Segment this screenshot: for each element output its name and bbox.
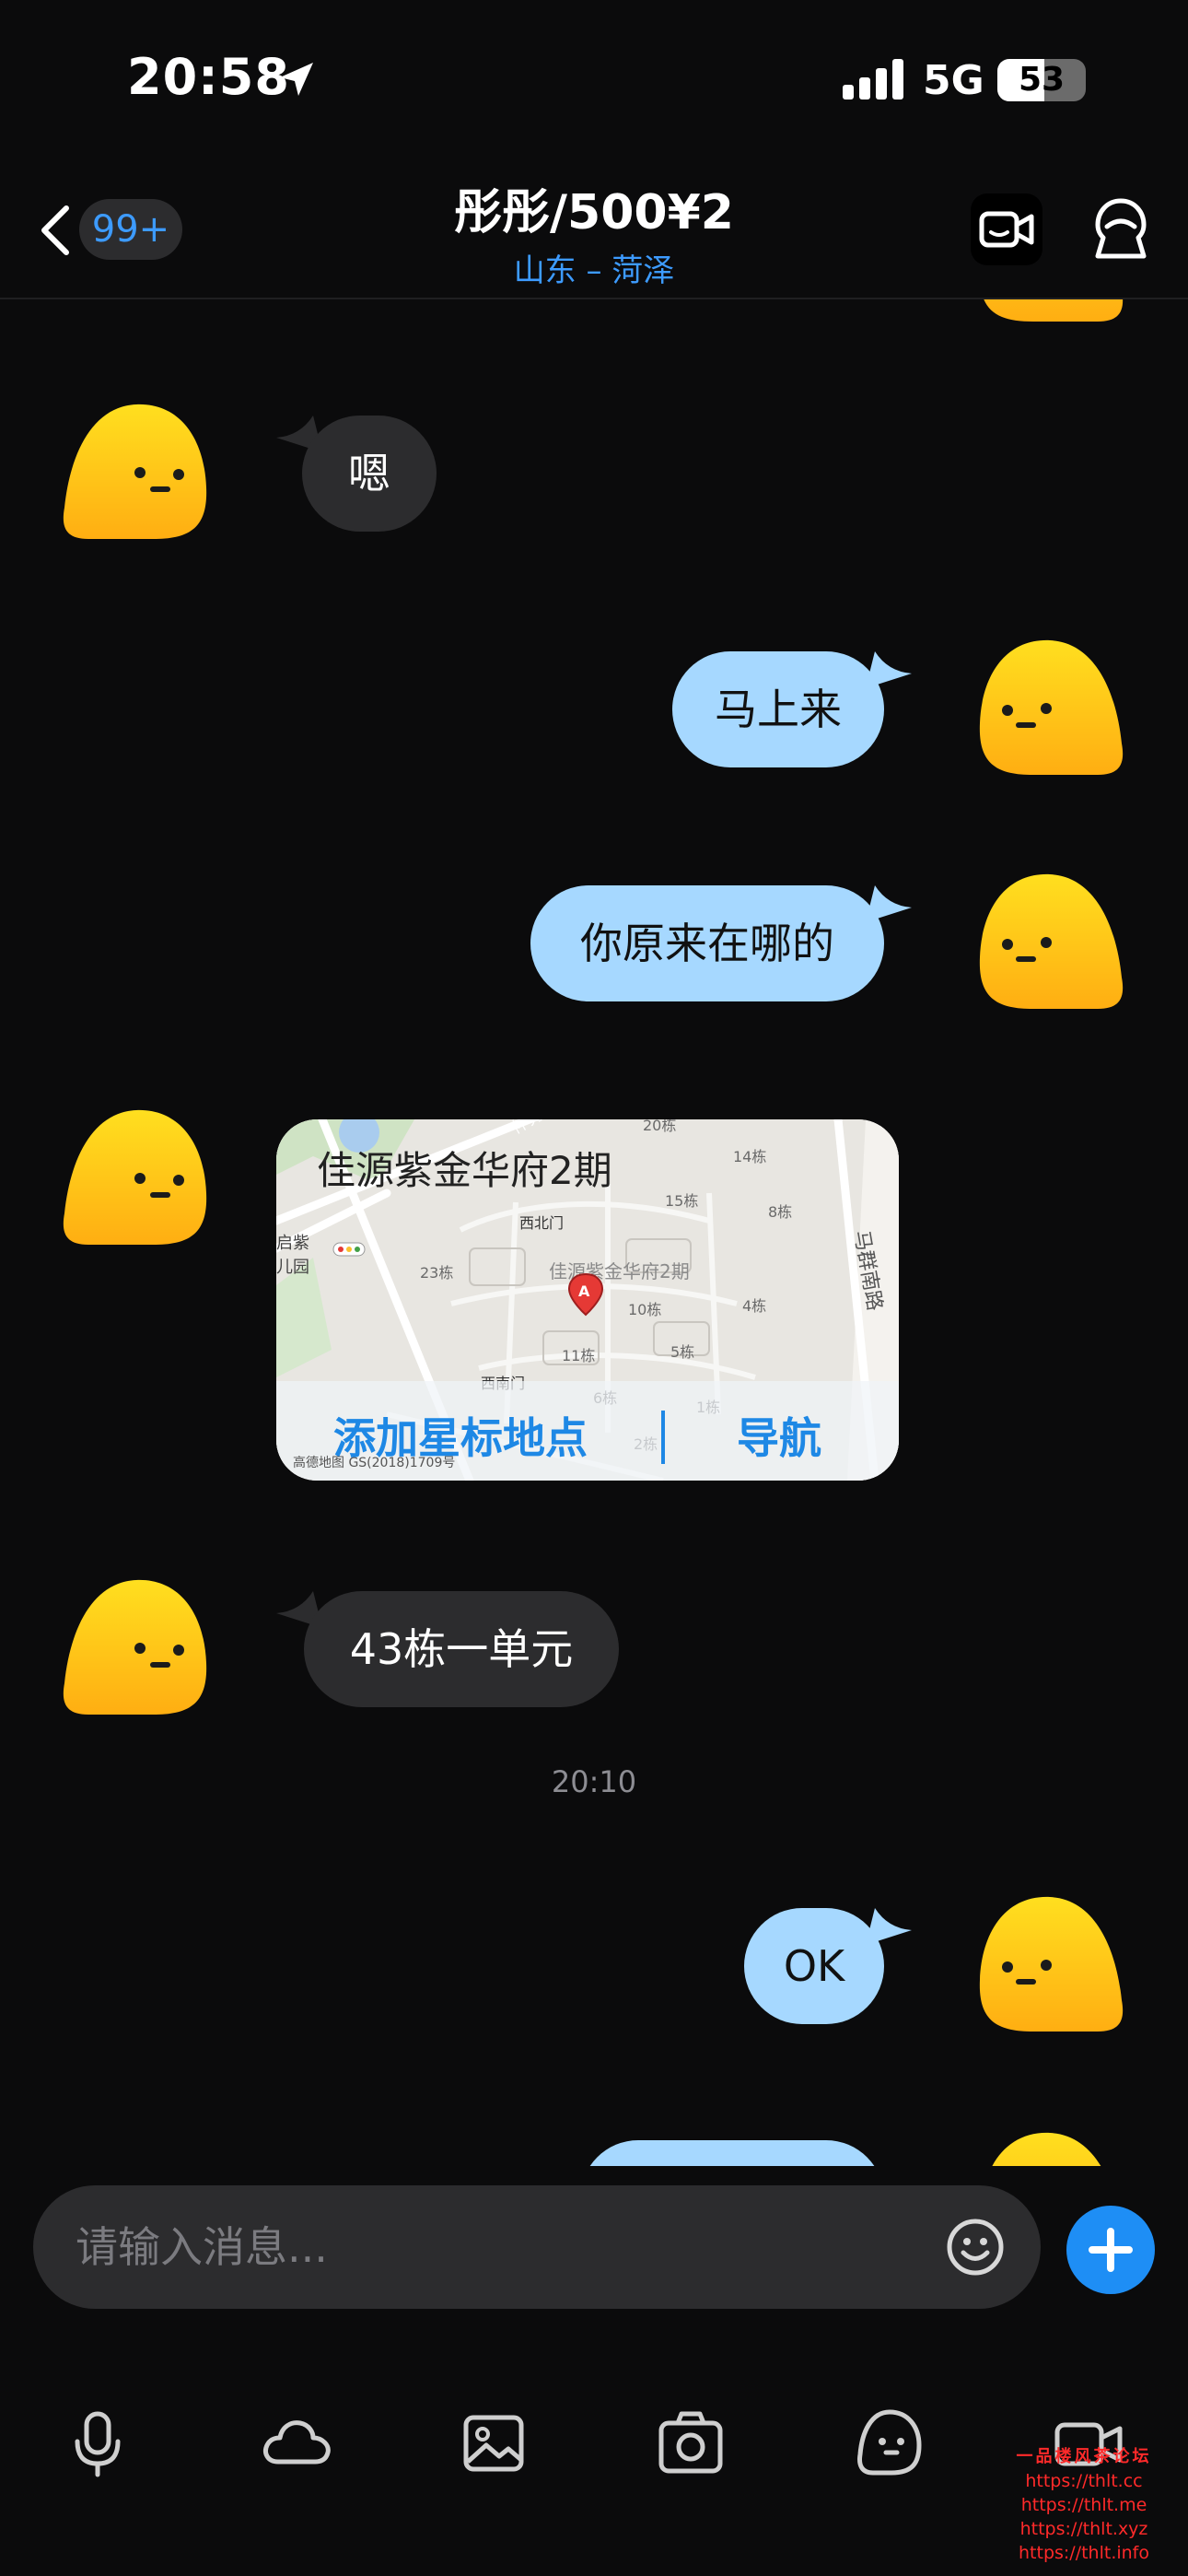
signal-icon <box>843 59 903 100</box>
map-label: 8栋 <box>768 1203 792 1221</box>
message-bubble-partial[interactable] <box>580 2140 884 2166</box>
location-arrow-icon <box>280 63 313 96</box>
map-label: 10栋 <box>628 1301 661 1318</box>
my-avatar[interactable] <box>974 2127 1125 2166</box>
network-type: 5G <box>923 57 984 104</box>
plus-icon <box>1089 2228 1133 2272</box>
map-label: 启紫 <box>276 1234 309 1253</box>
map-label: 佳源紫金华府2期 <box>549 1260 690 1282</box>
location-card[interactable]: 20栋 14栋 15栋 8栋 23栋 西北门 佳源紫金华府2期 10栋 4栋 1… <box>276 1119 899 1481</box>
watermark-url: https://thlt.me <box>1020 2495 1147 2515</box>
message-bubble[interactable]: 嗯 <box>302 416 437 532</box>
map-credit: 高德地图 GS(2018)1709号 <box>293 1456 456 1470</box>
message-bubble[interactable]: 你原来在哪的 <box>530 885 884 1001</box>
emoji-icon[interactable] <box>945 2217 1006 2277</box>
image-icon[interactable] <box>455 2405 532 2482</box>
plus-button[interactable] <box>1066 2206 1155 2294</box>
contact-avatar[interactable] <box>61 399 212 543</box>
chat-message-list[interactable]: 嗯 马上来 你原来在哪的 20栋 14栋 15栋 8栋 23栋 西北门 佳源紫金… <box>0 299 1188 2166</box>
watermark-title: 一品楼风茶论坛 <box>1016 2447 1152 2466</box>
camera-icon[interactable] <box>652 2405 729 2482</box>
battery-cap <box>1077 74 1084 87</box>
location-name: 佳源紫金华府2期 <box>317 1148 612 1193</box>
cloud-icon[interactable] <box>258 2405 335 2482</box>
video-call-button[interactable] <box>971 193 1042 265</box>
map-label: 5栋 <box>670 1343 694 1361</box>
status-time: 20:58 <box>127 48 290 106</box>
svg-text:A: A <box>578 1282 590 1300</box>
watermark: 一品楼风茶论坛 https://thlt.cc https://thlt.me … <box>982 2445 1186 2565</box>
video-camera-icon <box>979 211 1034 248</box>
message-input[interactable] <box>76 2185 904 2309</box>
watermark-url: https://thlt.info <box>1019 2543 1149 2563</box>
map-label: 11栋 <box>562 1347 595 1364</box>
map-label: 23栋 <box>420 1264 453 1282</box>
navigate-button[interactable]: 导航 <box>737 1405 821 1466</box>
map-label: 4栋 <box>742 1297 766 1315</box>
battery-level: 53 <box>1018 61 1066 99</box>
my-avatar[interactable] <box>974 1891 1125 2035</box>
my-avatar[interactable] <box>974 635 1125 779</box>
profile-icon[interactable] <box>1087 195 1155 263</box>
watermark-url: https://thlt.xyz <box>1019 2519 1148 2539</box>
contact-avatar[interactable] <box>61 1105 212 1248</box>
map-label: 儿园 <box>276 1258 309 1277</box>
map-label: 西北门 <box>519 1214 564 1232</box>
battery-icon: 53 <box>997 59 1086 101</box>
my-avatar[interactable] <box>974 869 1125 1013</box>
message-input-bar <box>33 2185 1041 2309</box>
message-timestamp: 20:10 <box>551 1764 637 1799</box>
watermark-url: https://thlt.cc <box>1025 2471 1143 2491</box>
map-label: 14栋 <box>733 1148 766 1165</box>
sticker-icon[interactable] <box>851 2405 928 2482</box>
message-bubble[interactable]: 43栋一单元 <box>304 1591 619 1707</box>
contact-avatar[interactable] <box>61 1575 212 1718</box>
message-bubble[interactable]: OK <box>744 1908 884 2024</box>
microphone-icon[interactable] <box>59 2405 136 2482</box>
map-label: 20栋 <box>643 1119 676 1134</box>
map-label: 15栋 <box>665 1192 698 1210</box>
my-avatar[interactable] <box>974 299 1125 325</box>
actions-divider <box>661 1411 665 1464</box>
message-bubble[interactable]: 马上来 <box>672 651 884 767</box>
